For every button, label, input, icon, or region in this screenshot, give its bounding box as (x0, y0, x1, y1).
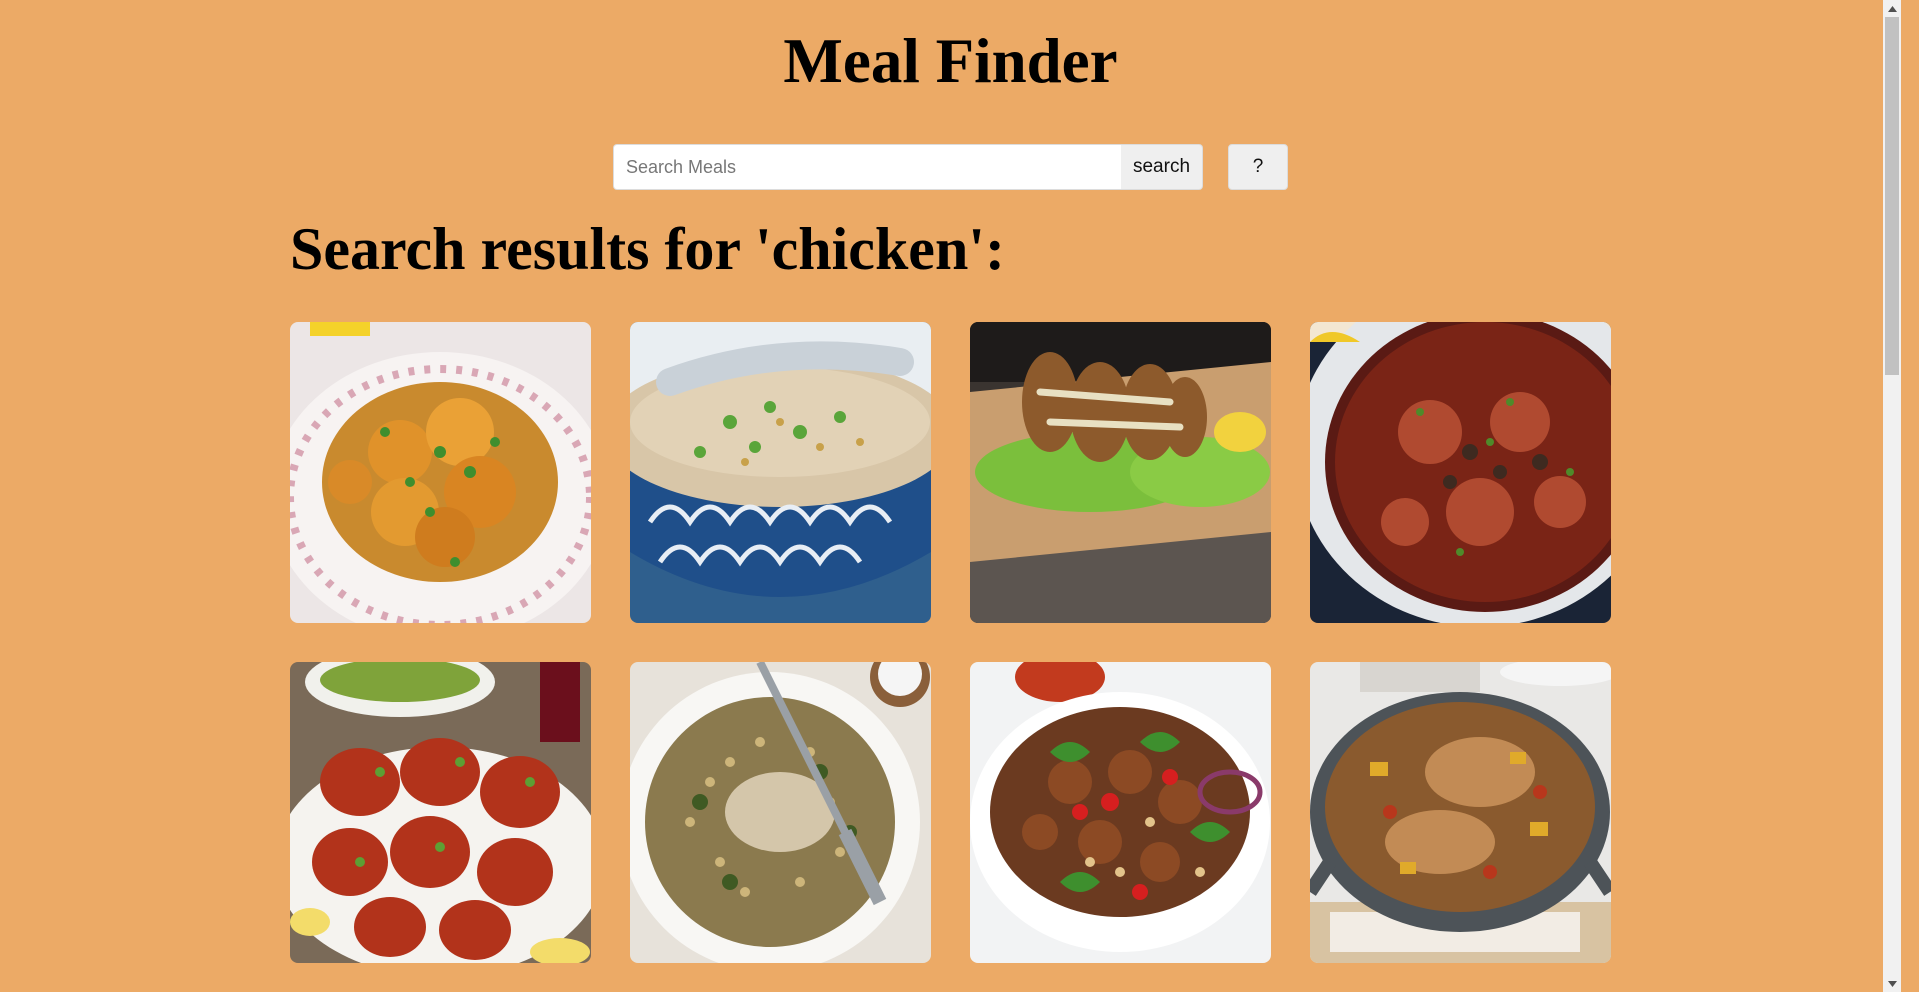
paella-pan-icon (1310, 662, 1611, 963)
help-button[interactable]: ? (1228, 144, 1288, 190)
fried-chicken-board-icon (970, 322, 1271, 623)
tandoori-chicken-icon (290, 662, 591, 963)
meal-card[interactable] (1310, 322, 1611, 623)
page: Meal Finder search ? Search results for … (0, 0, 1901, 992)
app-title: Meal Finder (783, 26, 1118, 96)
casserole-pot-icon (1310, 322, 1611, 623)
meal-card[interactable] (630, 322, 931, 623)
search-input[interactable] (613, 144, 1121, 190)
results-heading: Search results for 'chicken': (290, 216, 1005, 282)
scroll-up-icon[interactable] (1883, 0, 1901, 17)
meal-card[interactable] (630, 662, 931, 963)
congee-bowl-icon (630, 322, 931, 623)
meal-card[interactable] (970, 662, 1271, 963)
scrollbar-thumb[interactable] (1885, 17, 1899, 375)
meal-card[interactable] (1310, 662, 1611, 963)
meal-card[interactable] (970, 322, 1271, 623)
search-button[interactable]: search (1121, 144, 1203, 190)
meal-card[interactable] (290, 322, 591, 623)
search-form: search (613, 144, 1203, 190)
meals-grid (290, 322, 1611, 963)
curry-dish-icon (290, 322, 591, 623)
stir-fry-bowl-icon (970, 662, 1271, 963)
meal-card[interactable] (290, 662, 591, 963)
vertical-scrollbar[interactable] (1883, 0, 1901, 992)
couscous-bowl-icon (630, 662, 931, 963)
scroll-down-icon[interactable] (1883, 975, 1901, 992)
